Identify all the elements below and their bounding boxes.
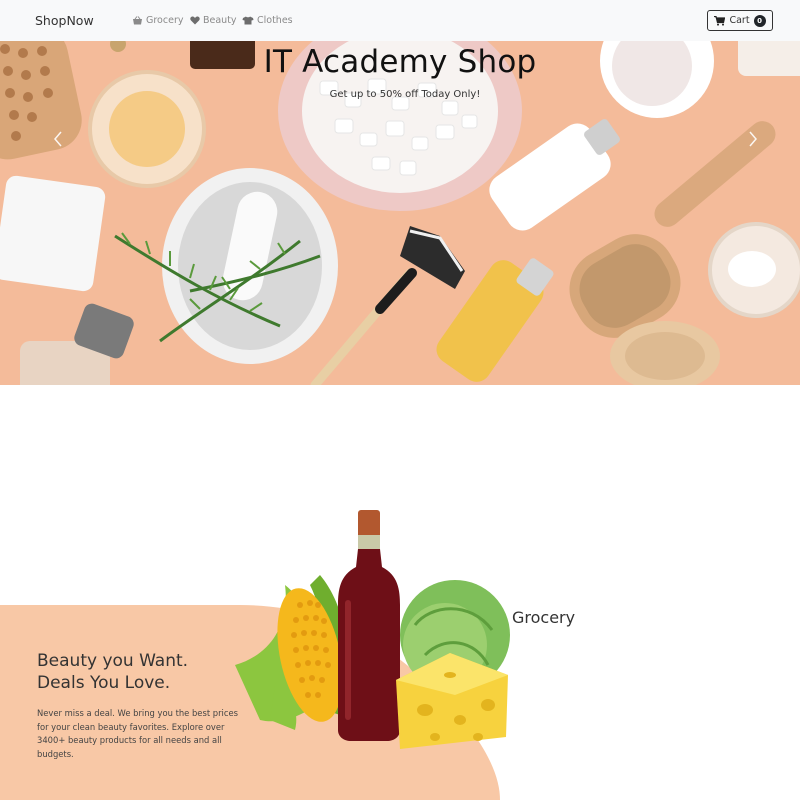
promo-title-line2: Deals You Love.	[37, 673, 171, 693]
chevron-right-icon	[749, 131, 757, 147]
cart-button[interactable]: Cart 0	[707, 10, 773, 31]
basket-icon	[133, 16, 142, 25]
nav-link-grocery[interactable]: Grocery	[132, 15, 183, 26]
promo-title-line1: Beauty you Want.	[37, 651, 189, 671]
grocery-illustration[interactable]	[230, 505, 515, 755]
carousel-next-button[interactable]	[743, 131, 763, 151]
hero-title: IT Academy Shop	[263, 44, 537, 80]
cart-icon	[714, 15, 726, 26]
promo-description: Never miss a deal. We bring you the best…	[37, 708, 238, 759]
navbar: ShopNow Grocery Beauty Clothes Cart 0	[0, 0, 800, 42]
nav-link-beauty[interactable]: Beauty	[190, 15, 237, 26]
hero-carousel: IT Academy Shop Get up to 50% off Today …	[0, 41, 800, 385]
nav-link-label: Beauty	[203, 15, 237, 26]
category-label-grocery[interactable]: Grocery	[512, 608, 575, 627]
promo-title: Beauty you Want. Deals You Love.	[37, 650, 188, 694]
nav-link-label: Clothes	[257, 15, 293, 26]
carousel-prev-button[interactable]	[48, 131, 68, 151]
nav-link-clothes[interactable]: Clothes	[242, 15, 293, 26]
cart-count-badge: 0	[753, 14, 766, 27]
nav-link-label: Grocery	[146, 15, 184, 26]
hero-subtitle: Get up to 50% off Today Only!	[329, 89, 481, 100]
brand-logo[interactable]: ShopNow	[35, 13, 94, 28]
cart-label: Cart	[729, 15, 750, 26]
heart-icon	[190, 16, 200, 25]
tshirt-icon	[242, 16, 254, 25]
chevron-left-icon	[54, 131, 62, 147]
